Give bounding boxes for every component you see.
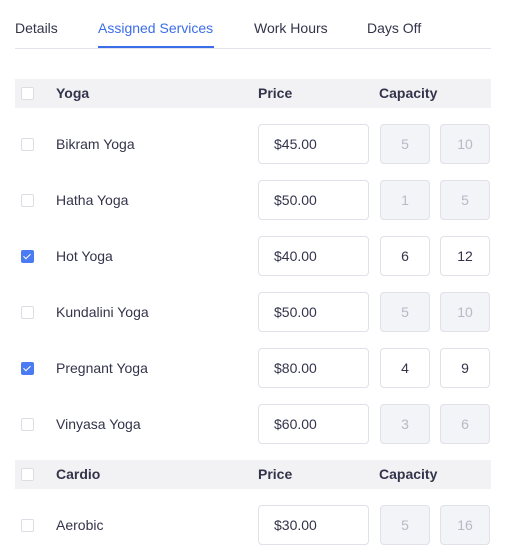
group-name: Yoga bbox=[56, 85, 90, 101]
service-checkbox[interactable] bbox=[21, 306, 34, 319]
price-input[interactable] bbox=[258, 124, 369, 164]
tab-assigned-services[interactable]: Assigned Services bbox=[98, 20, 213, 36]
min-capacity-input[interactable] bbox=[380, 124, 430, 164]
price-input[interactable] bbox=[258, 292, 369, 332]
price-input[interactable] bbox=[258, 180, 369, 220]
service-row: Hatha Yoga bbox=[15, 180, 491, 220]
select-all-cardio-checkbox[interactable] bbox=[21, 468, 34, 481]
service-checkbox[interactable] bbox=[21, 519, 34, 532]
max-capacity-input[interactable] bbox=[440, 292, 490, 332]
min-capacity-input[interactable] bbox=[380, 348, 430, 388]
min-capacity-input[interactable] bbox=[380, 292, 430, 332]
service-checkbox[interactable] bbox=[21, 194, 34, 207]
group-name: Cardio bbox=[56, 466, 101, 482]
service-row: Hot Yoga bbox=[15, 236, 491, 276]
tab-bar: Details Assigned Services Work Hours Day… bbox=[15, 0, 491, 49]
service-row: Aerobic bbox=[15, 505, 491, 545]
max-capacity-input[interactable] bbox=[440, 236, 490, 276]
group-header-cardio: Cardio Price Capacity bbox=[15, 460, 491, 489]
active-tab-indicator bbox=[98, 46, 214, 48]
service-row: Kundalini Yoga bbox=[15, 292, 491, 332]
price-input[interactable] bbox=[258, 348, 369, 388]
max-capacity-input[interactable] bbox=[440, 124, 490, 164]
capacity-header: Capacity bbox=[379, 85, 438, 101]
service-checkbox[interactable] bbox=[21, 138, 34, 151]
min-capacity-input[interactable] bbox=[380, 505, 430, 545]
max-capacity-input[interactable] bbox=[440, 348, 490, 388]
min-capacity-input[interactable] bbox=[380, 180, 430, 220]
service-row: Vinyasa Yoga bbox=[15, 404, 491, 444]
service-name: Hot Yoga bbox=[56, 248, 113, 264]
service-checkbox[interactable] bbox=[21, 362, 34, 375]
select-all-yoga-checkbox[interactable] bbox=[21, 87, 34, 100]
service-name: Bikram Yoga bbox=[56, 136, 135, 152]
service-checkbox[interactable] bbox=[21, 250, 34, 263]
service-row: Bikram Yoga bbox=[15, 124, 491, 164]
service-name: Hatha Yoga bbox=[56, 192, 129, 208]
capacity-header: Capacity bbox=[379, 466, 438, 482]
max-capacity-input[interactable] bbox=[440, 404, 490, 444]
price-input[interactable] bbox=[258, 404, 369, 444]
max-capacity-input[interactable] bbox=[440, 180, 490, 220]
group-header-yoga: Yoga Price Capacity bbox=[15, 79, 491, 108]
min-capacity-input[interactable] bbox=[380, 404, 430, 444]
service-name: Vinyasa Yoga bbox=[56, 416, 141, 432]
max-capacity-input[interactable] bbox=[440, 505, 490, 545]
price-input[interactable] bbox=[258, 505, 369, 545]
price-header: Price bbox=[258, 85, 293, 101]
price-input[interactable] bbox=[258, 236, 369, 276]
tab-details[interactable]: Details bbox=[15, 20, 58, 36]
tab-work-hours[interactable]: Work Hours bbox=[254, 20, 328, 36]
price-header: Price bbox=[258, 466, 293, 482]
min-capacity-input[interactable] bbox=[380, 236, 430, 276]
service-name: Pregnant Yoga bbox=[56, 360, 148, 376]
service-name: Kundalini Yoga bbox=[56, 304, 149, 320]
service-checkbox[interactable] bbox=[21, 418, 34, 431]
service-row: Pregnant Yoga bbox=[15, 348, 491, 388]
service-name: Aerobic bbox=[56, 517, 104, 533]
tab-days-off[interactable]: Days Off bbox=[367, 20, 421, 36]
